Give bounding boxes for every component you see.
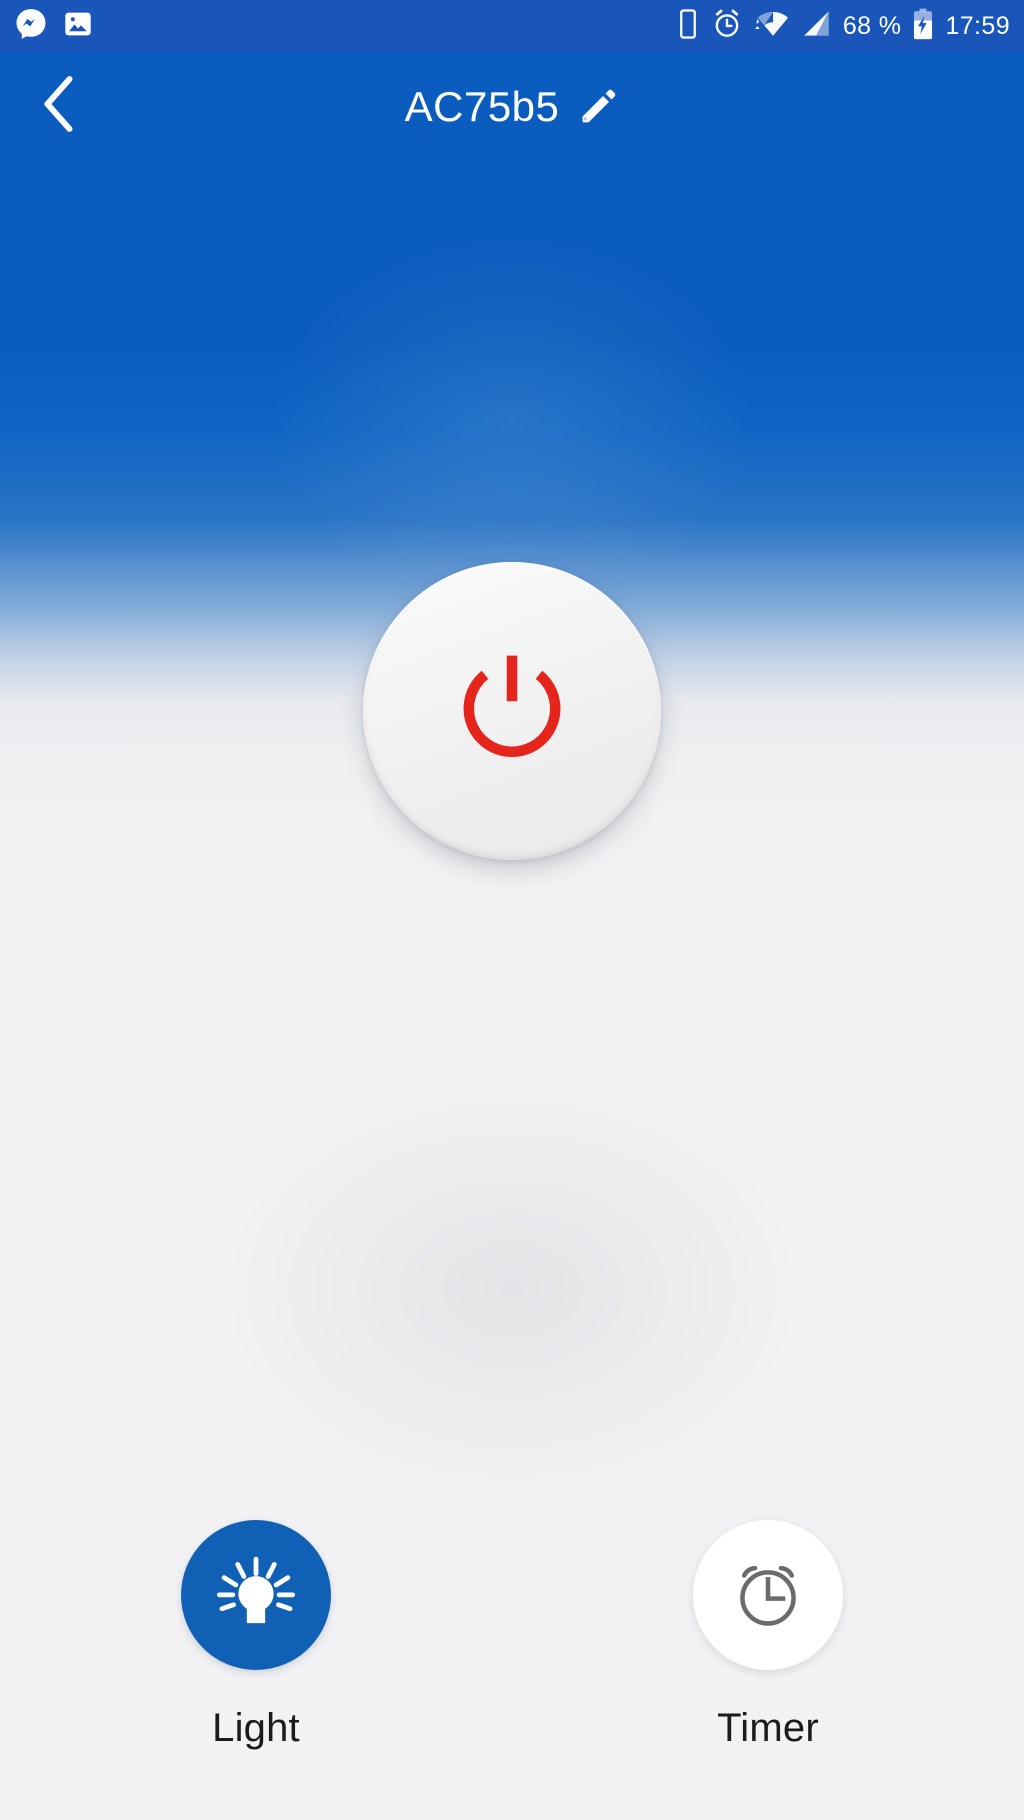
app-screen: 68 % 17:59 AC75b5 Light Timer bbox=[0, 0, 1024, 1820]
status-bar-indicators: 68 % 17:59 bbox=[675, 8, 1010, 45]
action-timer[interactable]: Timer bbox=[512, 1520, 1024, 1751]
status-bar: 68 % 17:59 bbox=[0, 0, 1024, 52]
messenger-icon bbox=[14, 7, 48, 46]
status-bar-notifications bbox=[14, 7, 94, 46]
light-button[interactable] bbox=[181, 1520, 331, 1670]
battery-percent-label: 68 % bbox=[842, 11, 902, 40]
alarm-clock-icon bbox=[726, 1551, 810, 1640]
lightbulb-icon bbox=[212, 1549, 300, 1642]
cell-signal-icon bbox=[800, 9, 832, 44]
wifi-icon bbox=[753, 9, 789, 44]
clock-label: 17:59 bbox=[945, 11, 1010, 40]
pencil-icon[interactable] bbox=[577, 86, 619, 128]
light-label: Light bbox=[212, 1706, 300, 1750]
app-bar: AC75b5 bbox=[0, 52, 1024, 162]
device-title-bar: AC75b5 bbox=[0, 52, 1024, 162]
photo-icon bbox=[62, 8, 94, 45]
power-button[interactable] bbox=[363, 562, 661, 860]
timer-label: Timer bbox=[717, 1706, 819, 1750]
page-title: AC75b5 bbox=[404, 83, 560, 130]
action-light[interactable]: Light bbox=[0, 1520, 512, 1751]
power-icon bbox=[446, 643, 578, 780]
battery-charging-icon bbox=[912, 8, 934, 45]
timer-button[interactable] bbox=[693, 1520, 843, 1670]
action-row: Light Timer bbox=[0, 1520, 1024, 1751]
power-button-area bbox=[363, 562, 661, 860]
alarm-clock-icon bbox=[712, 9, 742, 44]
phone-vibrate-icon bbox=[675, 8, 701, 44]
